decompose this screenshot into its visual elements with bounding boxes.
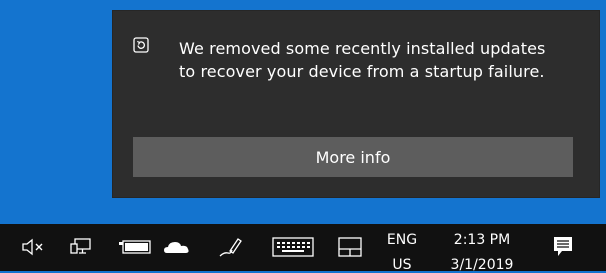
clock-time: 2:13 PM xyxy=(453,232,511,248)
more-info-button[interactable]: More info xyxy=(133,137,573,177)
action-center-icon[interactable] xyxy=(550,234,576,260)
input-language[interactable]: ENG US xyxy=(382,232,422,273)
update-notification-toast[interactable]: We removed some recently installed updat… xyxy=(113,11,599,197)
onedrive-cloud-icon[interactable] xyxy=(162,234,192,260)
taskbar: ENG US 2:13 PM 3/1/2019 xyxy=(0,224,606,273)
network-icon[interactable] xyxy=(66,234,96,260)
clock[interactable]: 2:13 PM 3/1/2019 xyxy=(436,232,528,273)
battery-icon[interactable] xyxy=(117,234,153,260)
pen-workspace-icon[interactable] xyxy=(215,234,245,260)
speaker-muted-icon[interactable] xyxy=(20,234,48,260)
language-code: ENG xyxy=(386,232,418,248)
system-restore-icon xyxy=(133,37,149,53)
notification-message: We removed some recently installed updat… xyxy=(179,39,546,81)
touch-keyboard-icon[interactable] xyxy=(270,234,316,260)
tablet-mode-icon[interactable] xyxy=(335,234,365,260)
